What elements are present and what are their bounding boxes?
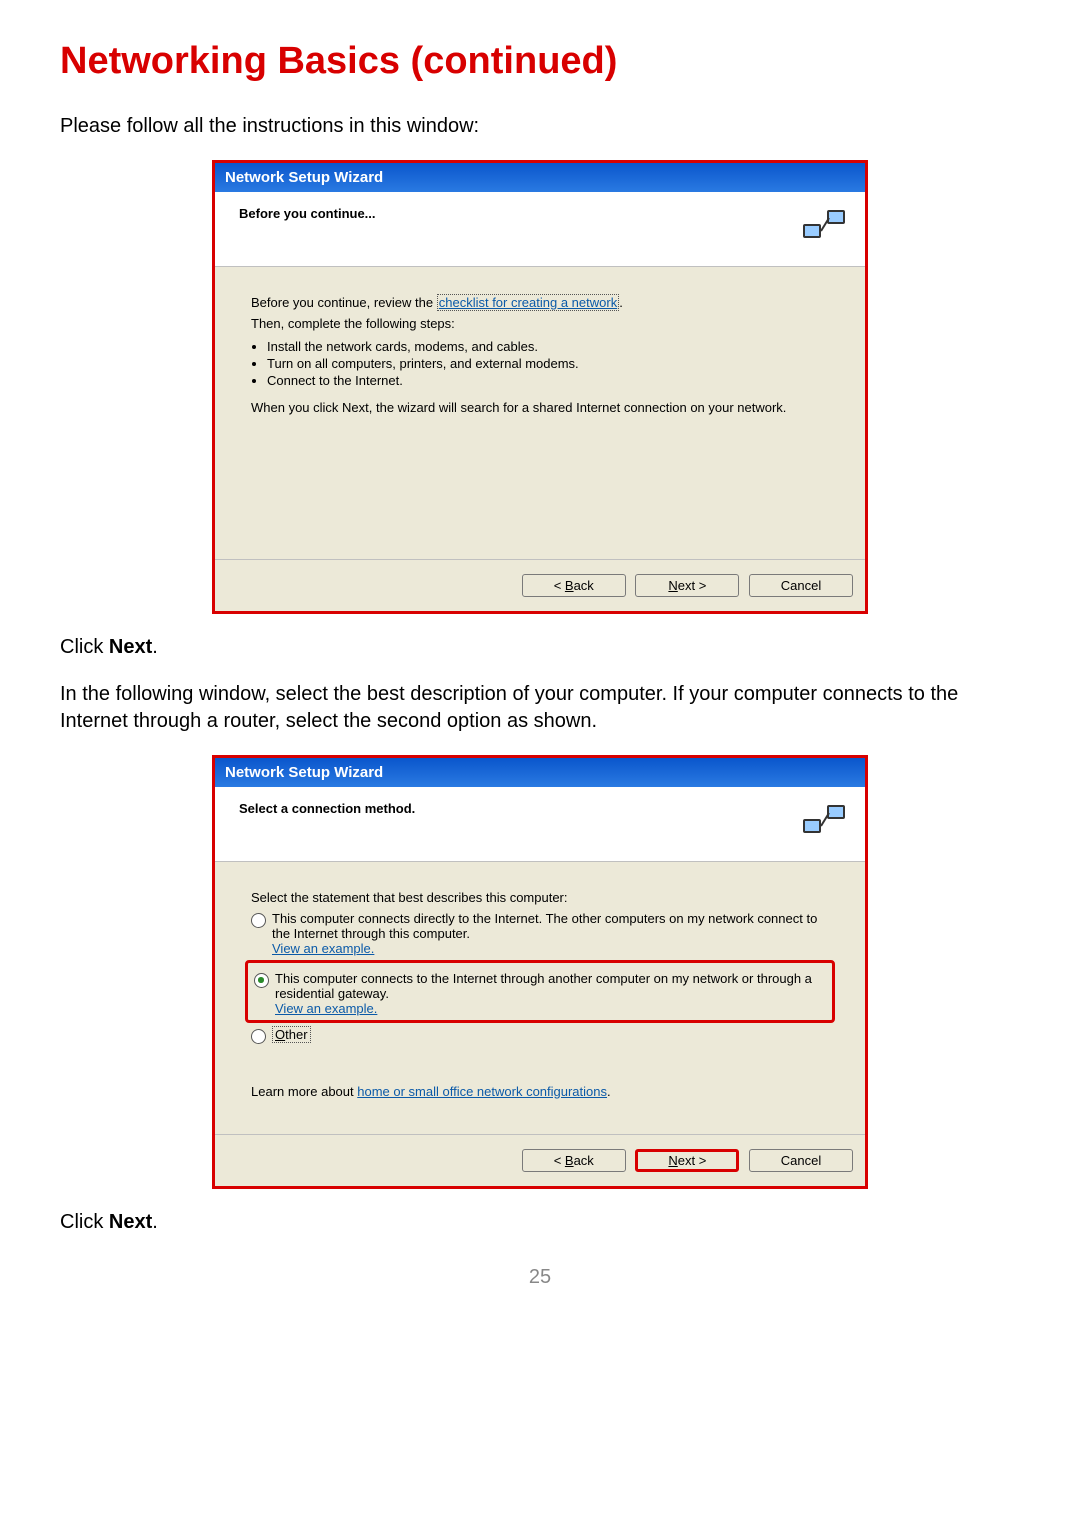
list-item: Install the network cards, modems, and c… — [267, 339, 829, 354]
click-text: Click — [60, 636, 109, 658]
para2: In the following window, select the best… — [60, 681, 1020, 735]
radio-icon-selected[interactable] — [254, 973, 269, 988]
period: . — [152, 636, 158, 658]
wizard2-header-text: Select a connection method. — [239, 801, 415, 816]
wizard1-line3: When you click Next, the wizard will sea… — [251, 400, 829, 415]
view-example-link[interactable]: View an example. — [275, 1001, 377, 1016]
next-bold: Next — [109, 1211, 152, 1233]
radio-icon[interactable] — [251, 913, 266, 928]
wizard2-titlebar: Network Setup Wizard — [215, 758, 865, 787]
click-next-1: Click Next. — [60, 634, 1020, 661]
cancel-button[interactable]: Cancel — [749, 1149, 853, 1172]
option-gateway[interactable]: This computer connects to the Internet t… — [254, 971, 826, 1016]
wizard1-header: Before you continue... — [215, 192, 865, 267]
option-gateway-highlighted: This computer connects to the Internet t… — [245, 960, 835, 1023]
wizard1-line1-pre: Before you continue, review the — [251, 295, 437, 310]
next-button-highlighted[interactable]: Next > — [635, 1149, 739, 1172]
learn-more-link[interactable]: home or small office network configurati… — [357, 1084, 607, 1099]
wizard1-header-text: Before you continue... — [239, 206, 376, 221]
list-item: Turn on all computers, printers, and ext… — [267, 356, 829, 371]
view-example-link[interactable]: View an example. — [272, 941, 374, 956]
wizard2-buttons: < Back Next > Cancel — [215, 1134, 865, 1186]
network-wizard-icon — [801, 206, 849, 248]
radio-icon[interactable] — [251, 1029, 266, 1044]
network-wizard-icon — [801, 801, 849, 843]
back-button[interactable]: < Back — [522, 1149, 626, 1172]
wizard1-buttons: < Back Next > Cancel — [215, 559, 865, 611]
period: . — [152, 1211, 158, 1233]
page-number: 25 — [60, 1266, 1020, 1289]
wizard2-content: Select the statement that best describes… — [215, 862, 865, 1134]
wizard2-prompt: Select the statement that best describes… — [251, 890, 829, 905]
back-button[interactable]: < Back — [522, 574, 626, 597]
opt3-label: Other — [272, 1026, 311, 1043]
wizard1-content: Before you continue, review the checklis… — [215, 267, 865, 559]
option-direct[interactable]: This computer connects directly to the I… — [251, 911, 829, 956]
click-next-2: Click Next. — [60, 1209, 1020, 1236]
opt1-label: This computer connects directly to the I… — [272, 911, 817, 941]
next-button[interactable]: Next > — [635, 574, 739, 597]
wizard2-header: Select a connection method. — [215, 787, 865, 862]
wizard-before-continue: Network Setup Wizard Before you continue… — [212, 160, 868, 614]
learn-pre: Learn more about — [251, 1084, 357, 1099]
click-text: Click — [60, 1211, 109, 1233]
page-title: Networking Basics (continued) — [60, 40, 1020, 83]
wizard1-titlebar: Network Setup Wizard — [215, 163, 865, 192]
wizard1-bullets: Install the network cards, modems, and c… — [267, 339, 829, 388]
cancel-button[interactable]: Cancel — [749, 574, 853, 597]
option-other[interactable]: Other — [251, 1027, 829, 1044]
checklist-link[interactable]: checklist for creating a network — [437, 294, 619, 311]
intro-text: Please follow all the instructions in th… — [60, 113, 1020, 140]
list-item: Connect to the Internet. — [267, 373, 829, 388]
opt2-label: This computer connects to the Internet t… — [275, 971, 812, 1001]
wizard1-line2: Then, complete the following steps: — [251, 316, 829, 331]
next-bold: Next — [109, 636, 152, 658]
wizard-connection-method: Network Setup Wizard Select a connection… — [212, 755, 868, 1189]
